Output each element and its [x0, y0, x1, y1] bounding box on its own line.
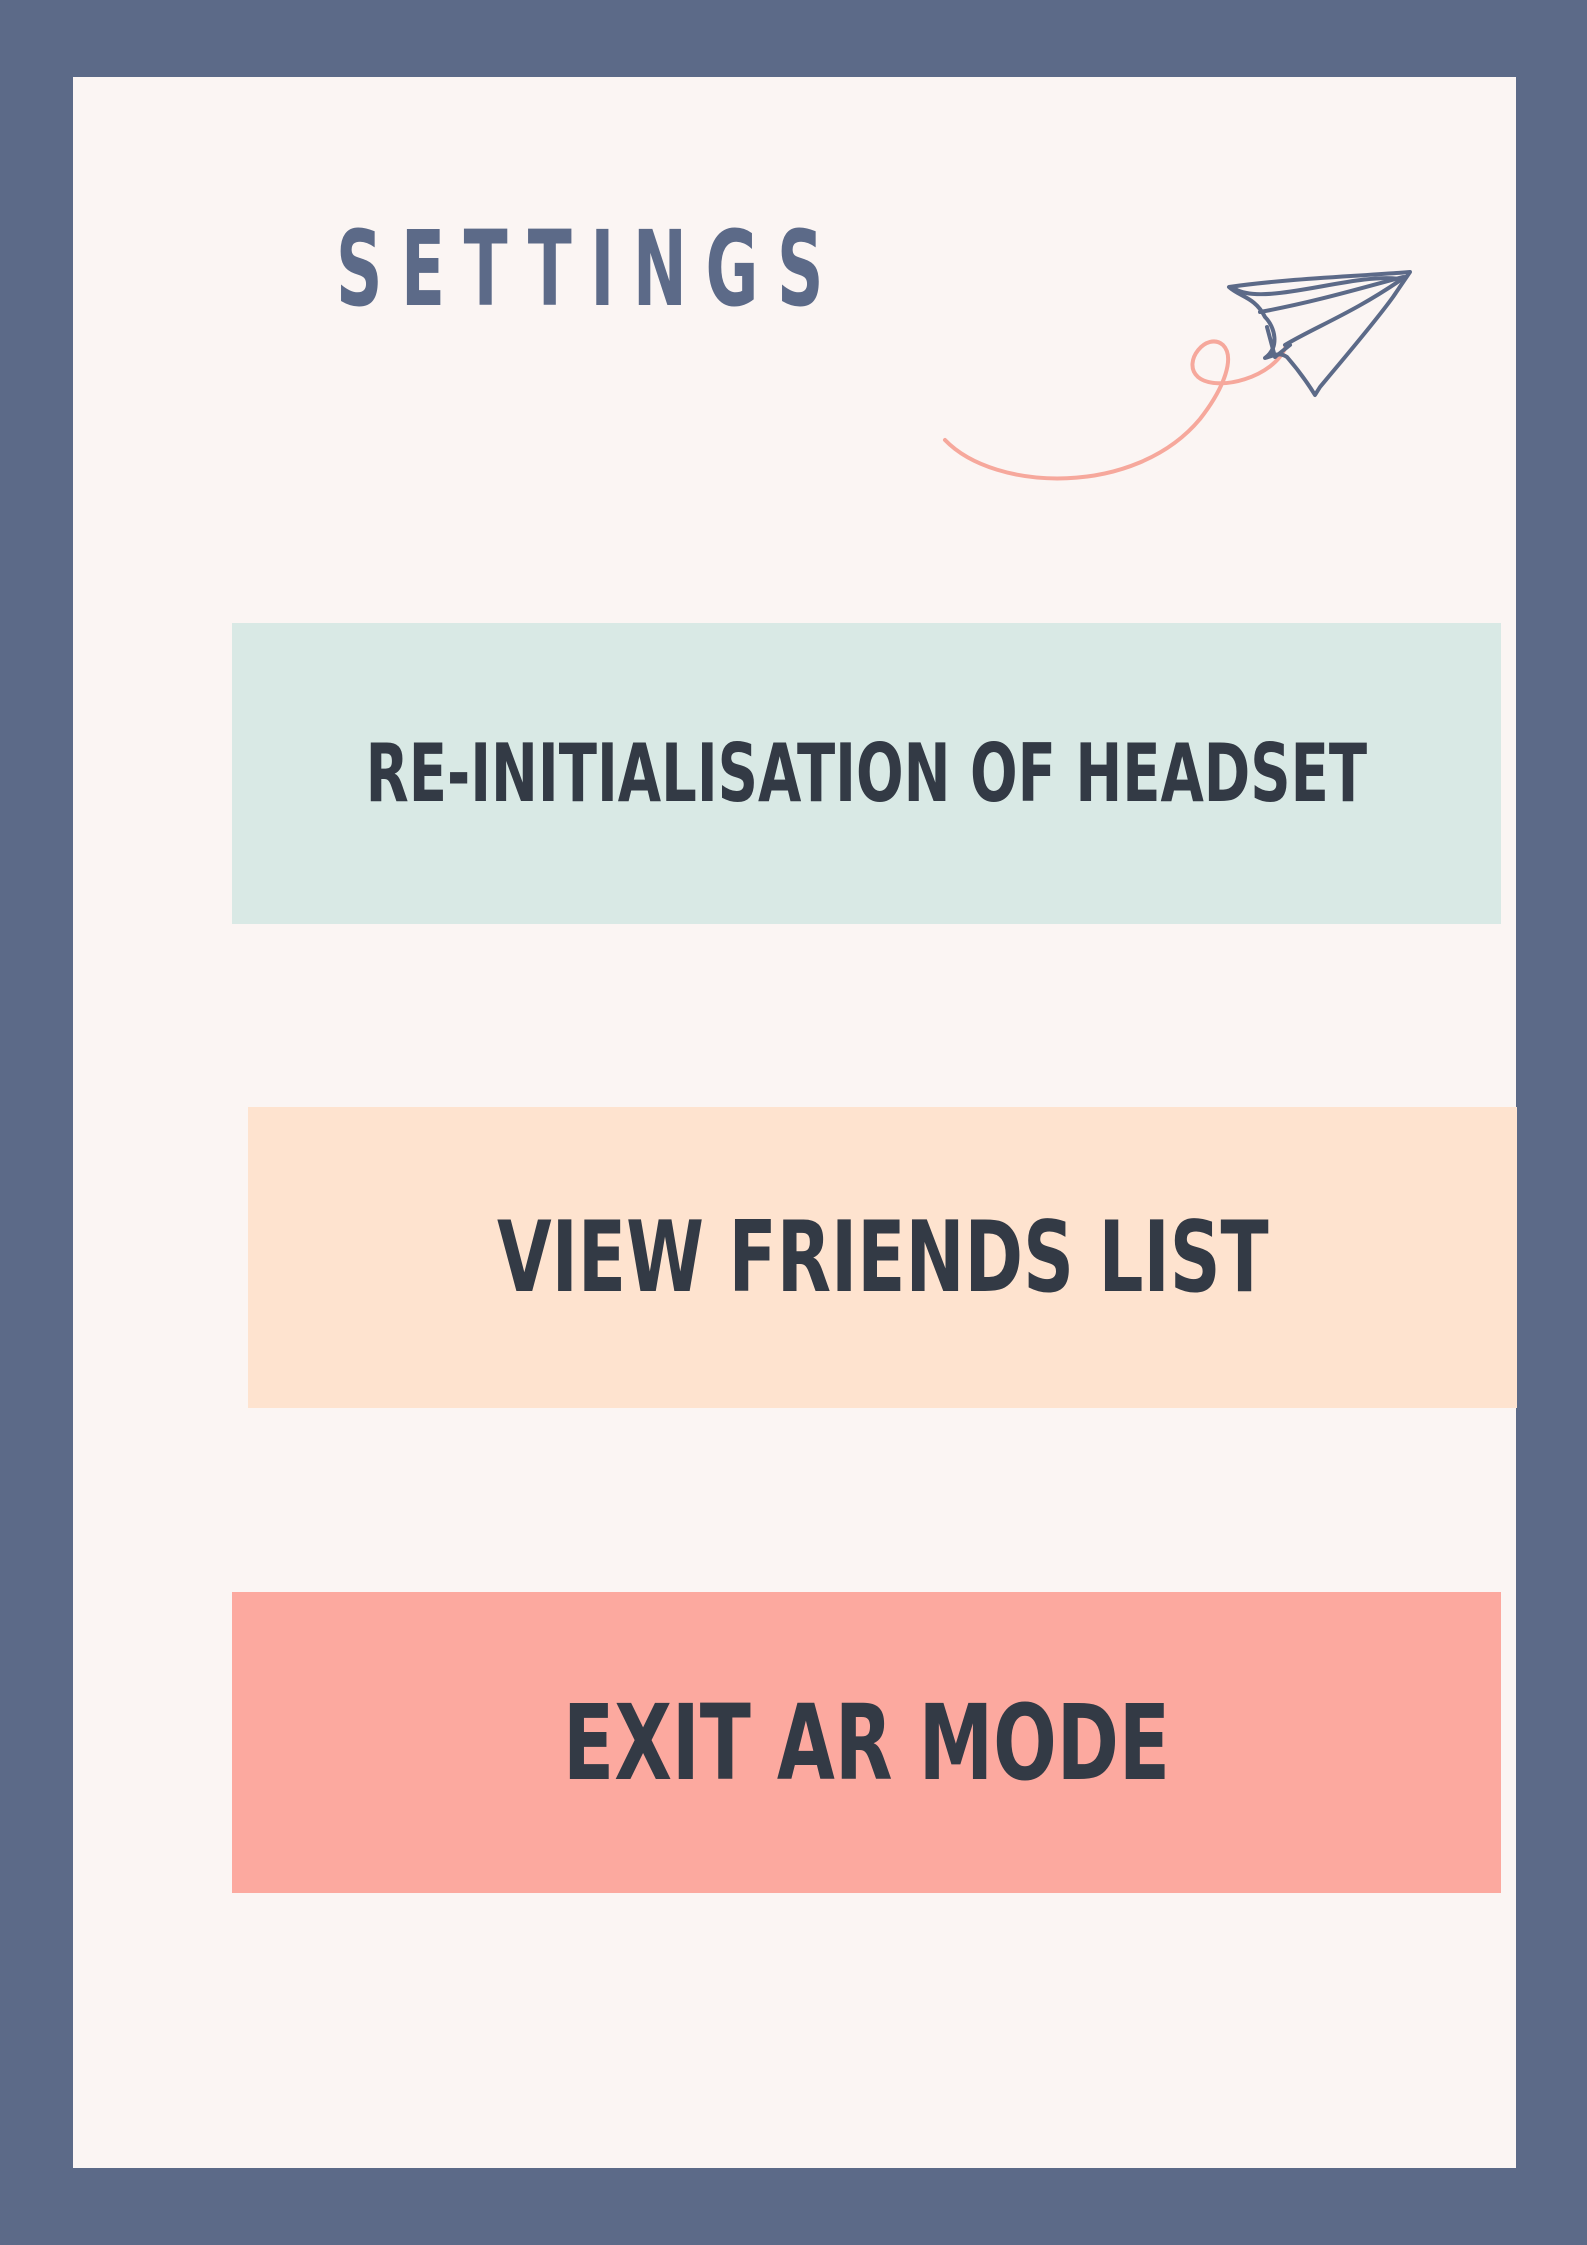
reinitialise-headset-button[interactable]: RE-INITIALISATION OF HEADSET: [232, 623, 1501, 924]
view-friends-list-button[interactable]: VIEW FRIENDS LIST: [248, 1107, 1517, 1408]
reinitialise-headset-label: RE-INITIALISATION OF HEADSET: [365, 726, 1368, 820]
page-title: SETTINGS: [336, 208, 843, 330]
plane-fold-right: [1283, 275, 1407, 347]
paper-plane-icon: [943, 270, 1412, 481]
exit-ar-mode-label: EXIT AR MODE: [562, 1681, 1171, 1804]
exit-ar-mode-button[interactable]: EXIT AR MODE: [232, 1592, 1501, 1893]
settings-panel: SETTINGS RE-INITIALISATION OF HEADSET VI…: [73, 77, 1517, 2168]
flight-trail: [943, 339, 1288, 481]
view-friends-list-label: VIEW FRIENDS LIST: [496, 1200, 1269, 1315]
